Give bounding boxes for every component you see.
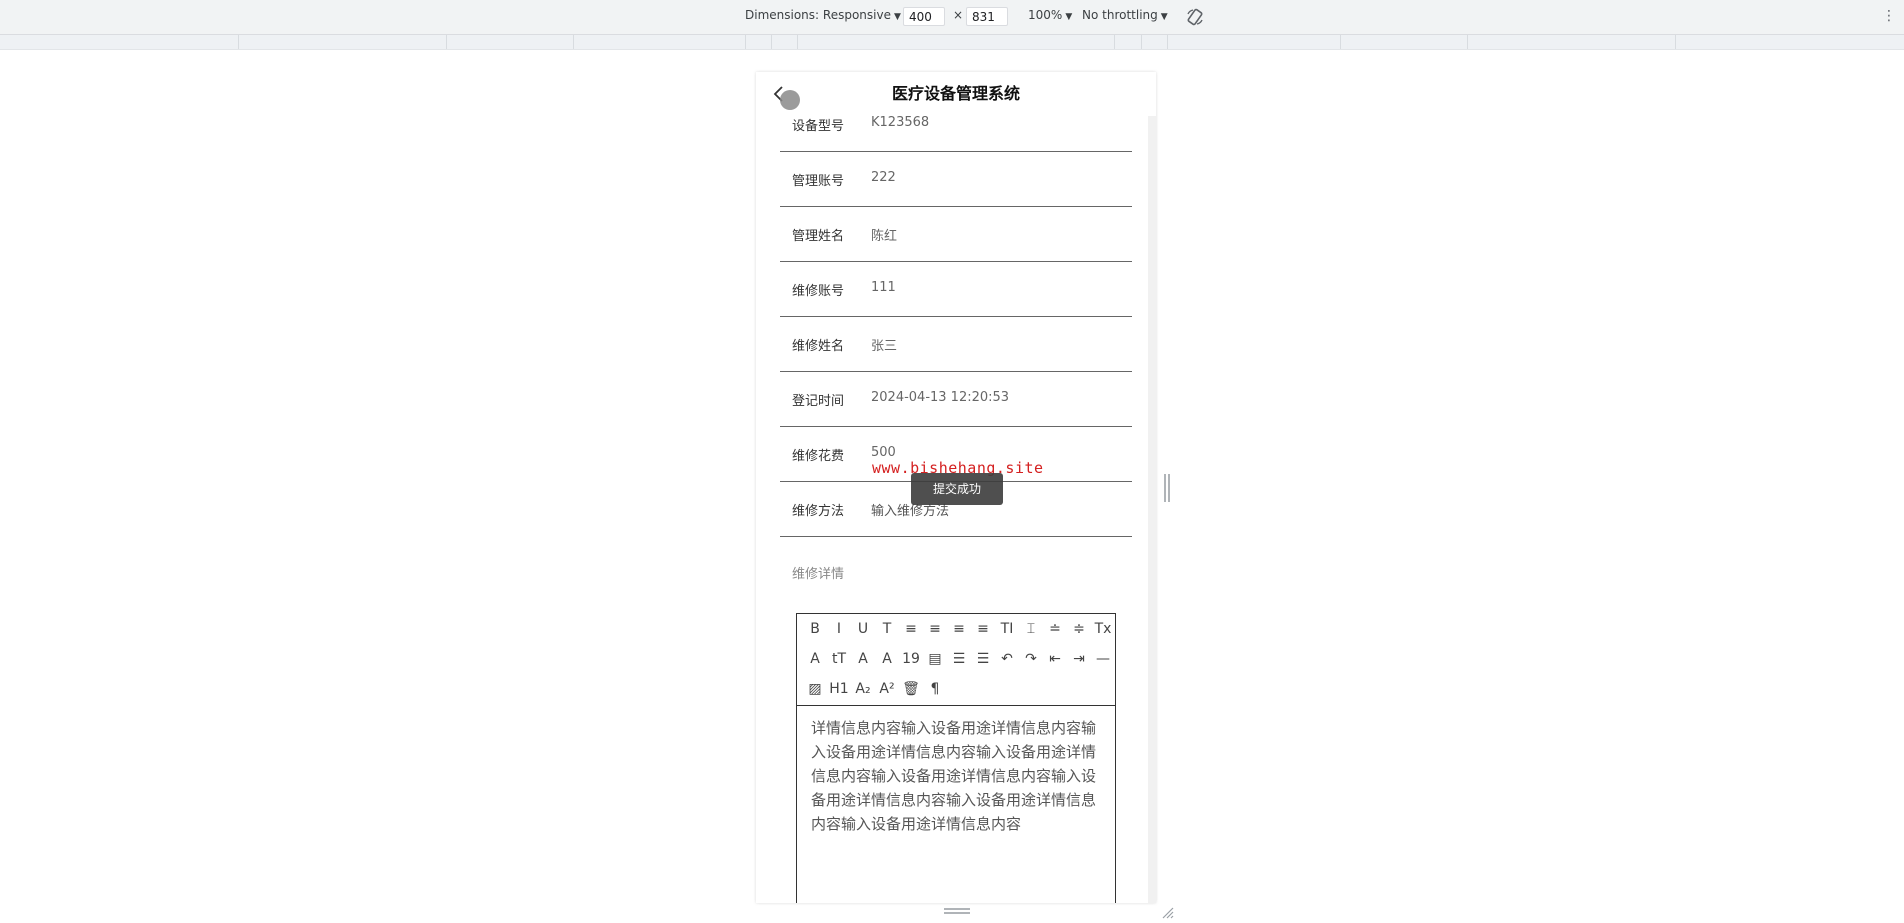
clear-content-icon[interactable]: 🗑: [901, 679, 921, 699]
form-row-device-model[interactable]: 设备型号 K123568: [780, 116, 1132, 152]
insert-image-icon[interactable]: ▨: [805, 679, 825, 699]
width-input[interactable]: 400: [903, 7, 945, 26]
zoom-dropdown[interactable]: 100% ▼: [1028, 8, 1072, 22]
superscript-icon[interactable]: A²: [877, 679, 897, 699]
rich-text-editor[interactable]: B I U T ≡ ≡ ≡ ≡ TI ⌶ ≐ ≑ Tx AtT A A 19 ▤ ☰ ☰ ↶ ↷ ⇤ ⇥ — ▨ H1 A₂ A² 🗑 ¶ …: [796, 613, 1116, 903]
dimensions-dropdown[interactable]: Dimensions: Responsive ▼: [745, 8, 901, 22]
height-input[interactable]: 831: [966, 7, 1008, 26]
more-options-icon[interactable]: ⋮: [1882, 6, 1896, 26]
undo-icon[interactable]: ↶: [997, 649, 1017, 669]
align-justify-icon[interactable]: ≡: [973, 619, 993, 639]
throttling-label: No throttling: [1082, 8, 1158, 22]
media-query-bar: [0, 35, 1904, 50]
rotate-icon[interactable]: [1185, 7, 1205, 27]
repair-name-field[interactable]: 张三: [871, 335, 897, 354]
line-height-icon[interactable]: ⌶: [1021, 619, 1041, 639]
outdent-icon[interactable]: ⇤: [1045, 649, 1065, 669]
form-label: 维修方法: [792, 504, 845, 519]
caret-down-icon: ▼: [1160, 12, 1168, 22]
redo-icon[interactable]: ↷: [1021, 649, 1041, 669]
register-time-field[interactable]: 2024-04-13 12:20:53: [871, 390, 1009, 405]
form-label: 管理姓名: [792, 229, 845, 244]
throttling-dropdown[interactable]: No throttling ▼: [1082, 8, 1168, 22]
form-label: 设备型号: [792, 119, 845, 134]
strikethrough-icon[interactable]: T: [877, 619, 897, 639]
form-label: 维修账号: [792, 284, 845, 299]
app-header: 医疗设备管理系统: [756, 72, 1156, 116]
paragraph-spacing-top-icon[interactable]: ≐: [1045, 619, 1065, 639]
unordered-list-icon[interactable]: ☰: [973, 649, 993, 669]
dimension-separator: ×: [953, 8, 964, 22]
resize-handle-right[interactable]: [1164, 474, 1172, 502]
italic-icon[interactable]: I: [829, 619, 849, 639]
editor-content[interactable]: 详情信息内容输入设备用途详情信息内容输入设备用途详情信息内容输入设备用途详情信息…: [811, 716, 1103, 836]
background-color-icon[interactable]: A: [877, 649, 897, 669]
caret-down-icon: ▼: [893, 12, 901, 22]
remove-format-icon[interactable]: Tx: [1093, 619, 1113, 639]
heading-icon[interactable]: H1: [829, 679, 849, 699]
horizontal-rule-icon[interactable]: —: [1093, 649, 1113, 669]
device-viewport: 医疗设备管理系统 设备型号 K123568 管理账号 222 管理姓名 陈红 维…: [756, 72, 1156, 903]
align-center-icon[interactable]: ≡: [925, 619, 945, 639]
insert-date-icon[interactable]: 19: [901, 649, 921, 669]
form-row-repair-name[interactable]: 维修姓名 张三: [780, 316, 1132, 372]
ordered-list-icon[interactable]: ☰: [949, 649, 969, 669]
manager-account-field[interactable]: 222: [871, 170, 896, 185]
font-color-icon[interactable]: A: [853, 649, 873, 669]
form-row-manager-account[interactable]: 管理账号 222: [780, 151, 1132, 207]
paragraph-spacing-bottom-icon[interactable]: ≑: [1069, 619, 1089, 639]
manager-name-field[interactable]: 陈红: [871, 225, 897, 244]
paragraph-mark-icon[interactable]: ¶: [925, 679, 945, 699]
resize-handle-bottom[interactable]: [944, 908, 970, 916]
bold-icon[interactable]: B: [805, 619, 825, 639]
subscript-icon[interactable]: A₂: [853, 679, 873, 699]
font-case-icon[interactable]: tT: [829, 649, 849, 669]
zoom-label: 100%: [1028, 8, 1063, 22]
page-title: 医疗设备管理系统: [891, 84, 1020, 103]
detail-label: 维修详情: [792, 567, 845, 582]
devtools-device-toolbar: Dimensions: Responsive ▼ 400 × 831 100% ▼ …: [0, 0, 1904, 35]
clipboard-icon[interactable]: ▤: [925, 649, 945, 669]
form-label: 管理账号: [792, 174, 845, 189]
indent-icon[interactable]: ⇥: [1069, 649, 1089, 669]
form-row-repair-account[interactable]: 维修账号 111: [780, 261, 1132, 317]
touch-cursor: [780, 90, 800, 110]
font-family-icon[interactable]: A: [805, 649, 825, 669]
align-left-icon[interactable]: ≡: [901, 619, 921, 639]
repair-account-field[interactable]: 111: [871, 280, 896, 295]
scrollbar[interactable]: [1148, 116, 1156, 903]
align-right-icon[interactable]: ≡: [949, 619, 969, 639]
form-label: 维修姓名: [792, 339, 845, 354]
form-row-register-time[interactable]: 登记时间 2024-04-13 12:20:53: [780, 371, 1132, 427]
resize-corner-icon[interactable]: [1160, 904, 1174, 919]
repair-cost-field[interactable]: 500: [871, 445, 896, 460]
toast-message: 提交成功: [911, 473, 1003, 505]
form-label: 登记时间: [792, 394, 845, 409]
font-size-icon[interactable]: TI: [997, 619, 1017, 639]
dimensions-label: Dimensions: Responsive: [745, 8, 891, 22]
caret-down-icon: ▼: [1065, 12, 1073, 22]
form-row-manager-name[interactable]: 管理姓名 陈红: [780, 206, 1132, 262]
form-label: 维修花费: [792, 449, 845, 464]
editor-toolbar: B I U T ≡ ≡ ≡ ≡ TI ⌶ ≐ ≑ Tx AtT A A 19 ▤ ☰ ☰ ↶ ↷ ⇤ ⇥ — ▨ H1 A₂ A² 🗑 ¶: [797, 614, 1115, 706]
underline-icon[interactable]: U: [853, 619, 873, 639]
device-model-field[interactable]: K123568: [871, 116, 929, 130]
